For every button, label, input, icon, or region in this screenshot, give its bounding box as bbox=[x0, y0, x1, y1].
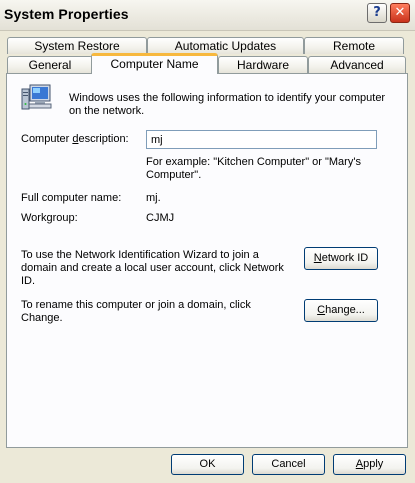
rename-text: To rename this computer or join a domain… bbox=[21, 299, 251, 324]
full-computer-name-value: mj. bbox=[146, 192, 161, 204]
tab-hardware[interactable]: Hardware bbox=[218, 56, 308, 73]
full-computer-name-label: Full computer name: bbox=[21, 192, 122, 204]
tab-remote[interactable]: Remote bbox=[304, 37, 404, 54]
tab-computer-name[interactable]: Computer Name bbox=[91, 53, 218, 74]
window-title: System Properties bbox=[4, 6, 129, 22]
workgroup-label: Workgroup: bbox=[21, 212, 78, 224]
close-button[interactable]: ✕ bbox=[390, 3, 410, 23]
workgroup-value: CJMJ bbox=[146, 212, 175, 224]
change-button[interactable]: Change... bbox=[304, 299, 378, 322]
network-id-button[interactable]: Network ID bbox=[304, 247, 378, 270]
network-id-text: To use the Network Identification Wizard… bbox=[21, 249, 284, 287]
intro-text: Windows uses the following information t… bbox=[69, 92, 386, 117]
computer-icon bbox=[21, 84, 52, 110]
tab-advanced[interactable]: Advanced bbox=[308, 56, 406, 73]
tab-system-restore[interactable]: System Restore bbox=[7, 37, 147, 54]
apply-button[interactable]: Apply bbox=[333, 454, 406, 475]
tab-general[interactable]: General bbox=[7, 56, 93, 73]
ok-button[interactable]: OK bbox=[171, 454, 244, 475]
computer-description-input[interactable] bbox=[146, 130, 377, 149]
title-bar[interactable]: System Properties ? ✕ bbox=[0, 0, 415, 31]
computer-description-label: Computer description: bbox=[21, 133, 129, 145]
help-button[interactable]: ? bbox=[367, 3, 387, 23]
system-properties-window: System Properties ? ✕ System Restore Aut… bbox=[0, 0, 415, 483]
example-hint: For example: "Kitchen Computer" or "Mary… bbox=[146, 156, 361, 181]
tab-automatic-updates[interactable]: Automatic Updates bbox=[147, 37, 304, 54]
computer-name-panel: Windows uses the following information t… bbox=[6, 73, 408, 448]
cancel-button[interactable]: Cancel bbox=[252, 454, 325, 475]
